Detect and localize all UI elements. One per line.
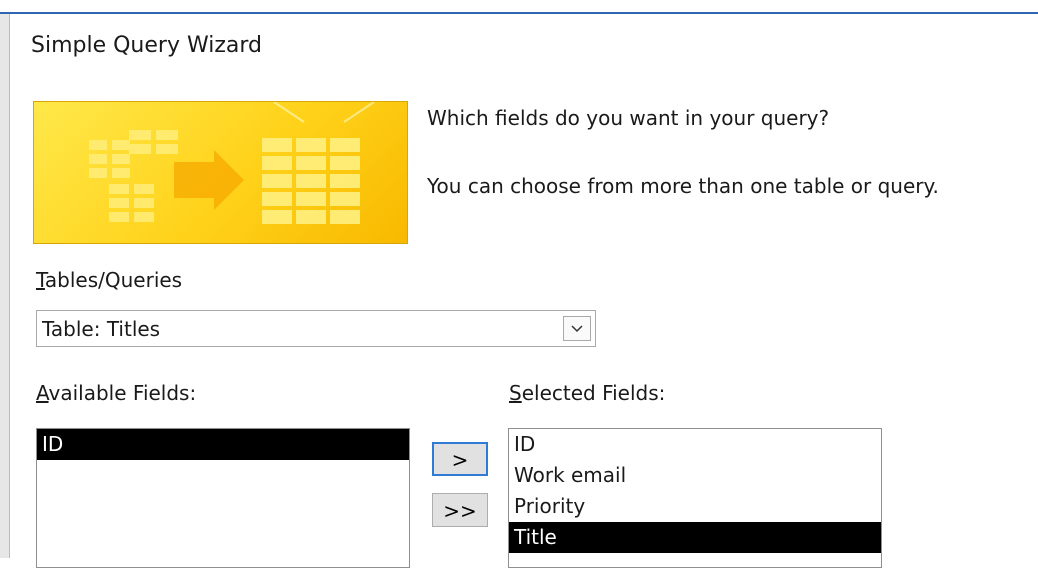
chevron-down-icon [571,325,583,333]
wizard-banner-image [33,101,408,244]
available-fields-label: Available Fields: [36,381,196,405]
list-item[interactable]: ID [509,429,881,460]
available-fields-label-accesskey: A [36,381,49,405]
selected-fields-listbox[interactable]: ID Work email Priority Title [508,428,882,568]
selected-fields-label-rest: elected Fields: [521,381,666,405]
tables-queries-combobox[interactable]: Table: Titles [36,310,596,347]
selected-fields-label: Selected Fields: [509,381,665,405]
tables-queries-label-rest: ables/Queries [44,268,183,292]
add-field-button[interactable]: > [432,442,488,476]
list-item[interactable]: Priority [509,491,881,522]
prompt-question: Which fields do you want in your query? [427,106,830,130]
tables-queries-label-accesskey: T [36,268,45,292]
available-fields-label-rest: vailable Fields: [48,381,197,405]
selected-fields-label-accesskey: S [509,381,522,405]
add-all-fields-button[interactable]: >> [432,493,488,527]
window-left-edge [0,14,10,558]
wizard-illustration-icon [89,102,375,224]
combobox-dropdown-button[interactable] [563,316,591,341]
prompt-hint: You can choose from more than one table … [427,174,939,198]
available-fields-listbox[interactable]: ID [36,428,410,568]
list-item[interactable]: ID [37,429,409,460]
list-item[interactable]: Title [509,522,881,553]
tables-queries-label: Tables/Queries [36,268,182,292]
window-top-edge [0,0,1038,14]
dialog-title: Simple Query Wizard [31,33,262,58]
tables-queries-selected-value: Table: Titles [42,317,161,341]
list-item[interactable]: Work email [509,460,881,491]
